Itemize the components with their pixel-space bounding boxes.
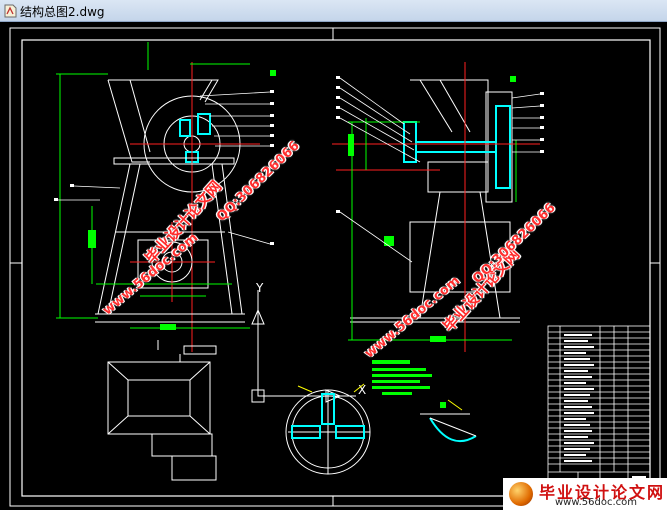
side-view [332, 62, 544, 352]
top-view [107, 340, 217, 481]
axis-y-label: Y [255, 281, 264, 295]
window-title: 结构总图2.dwg [20, 5, 105, 19]
technical-notes [372, 360, 432, 395]
dwg-file-icon [4, 4, 17, 18]
drawing-canvas[interactable]: Y X 毕业设计论文网 www.56doc.com QQ:306826066 毕… [0, 22, 667, 510]
cad-drawing: Y X [9, 27, 661, 507]
site-logo: 毕业设计论文网 www.56doc.com [503, 478, 667, 510]
title-bar: 结构总图2.dwg [0, 0, 667, 22]
ucs-axis [251, 290, 356, 403]
title-block-text [564, 334, 646, 490]
title-block [547, 325, 651, 497]
rotor-section [285, 383, 371, 475]
logo-url: www.56doc.com [555, 497, 638, 508]
logo-ball-icon [509, 482, 533, 506]
blade-detail [420, 399, 477, 442]
